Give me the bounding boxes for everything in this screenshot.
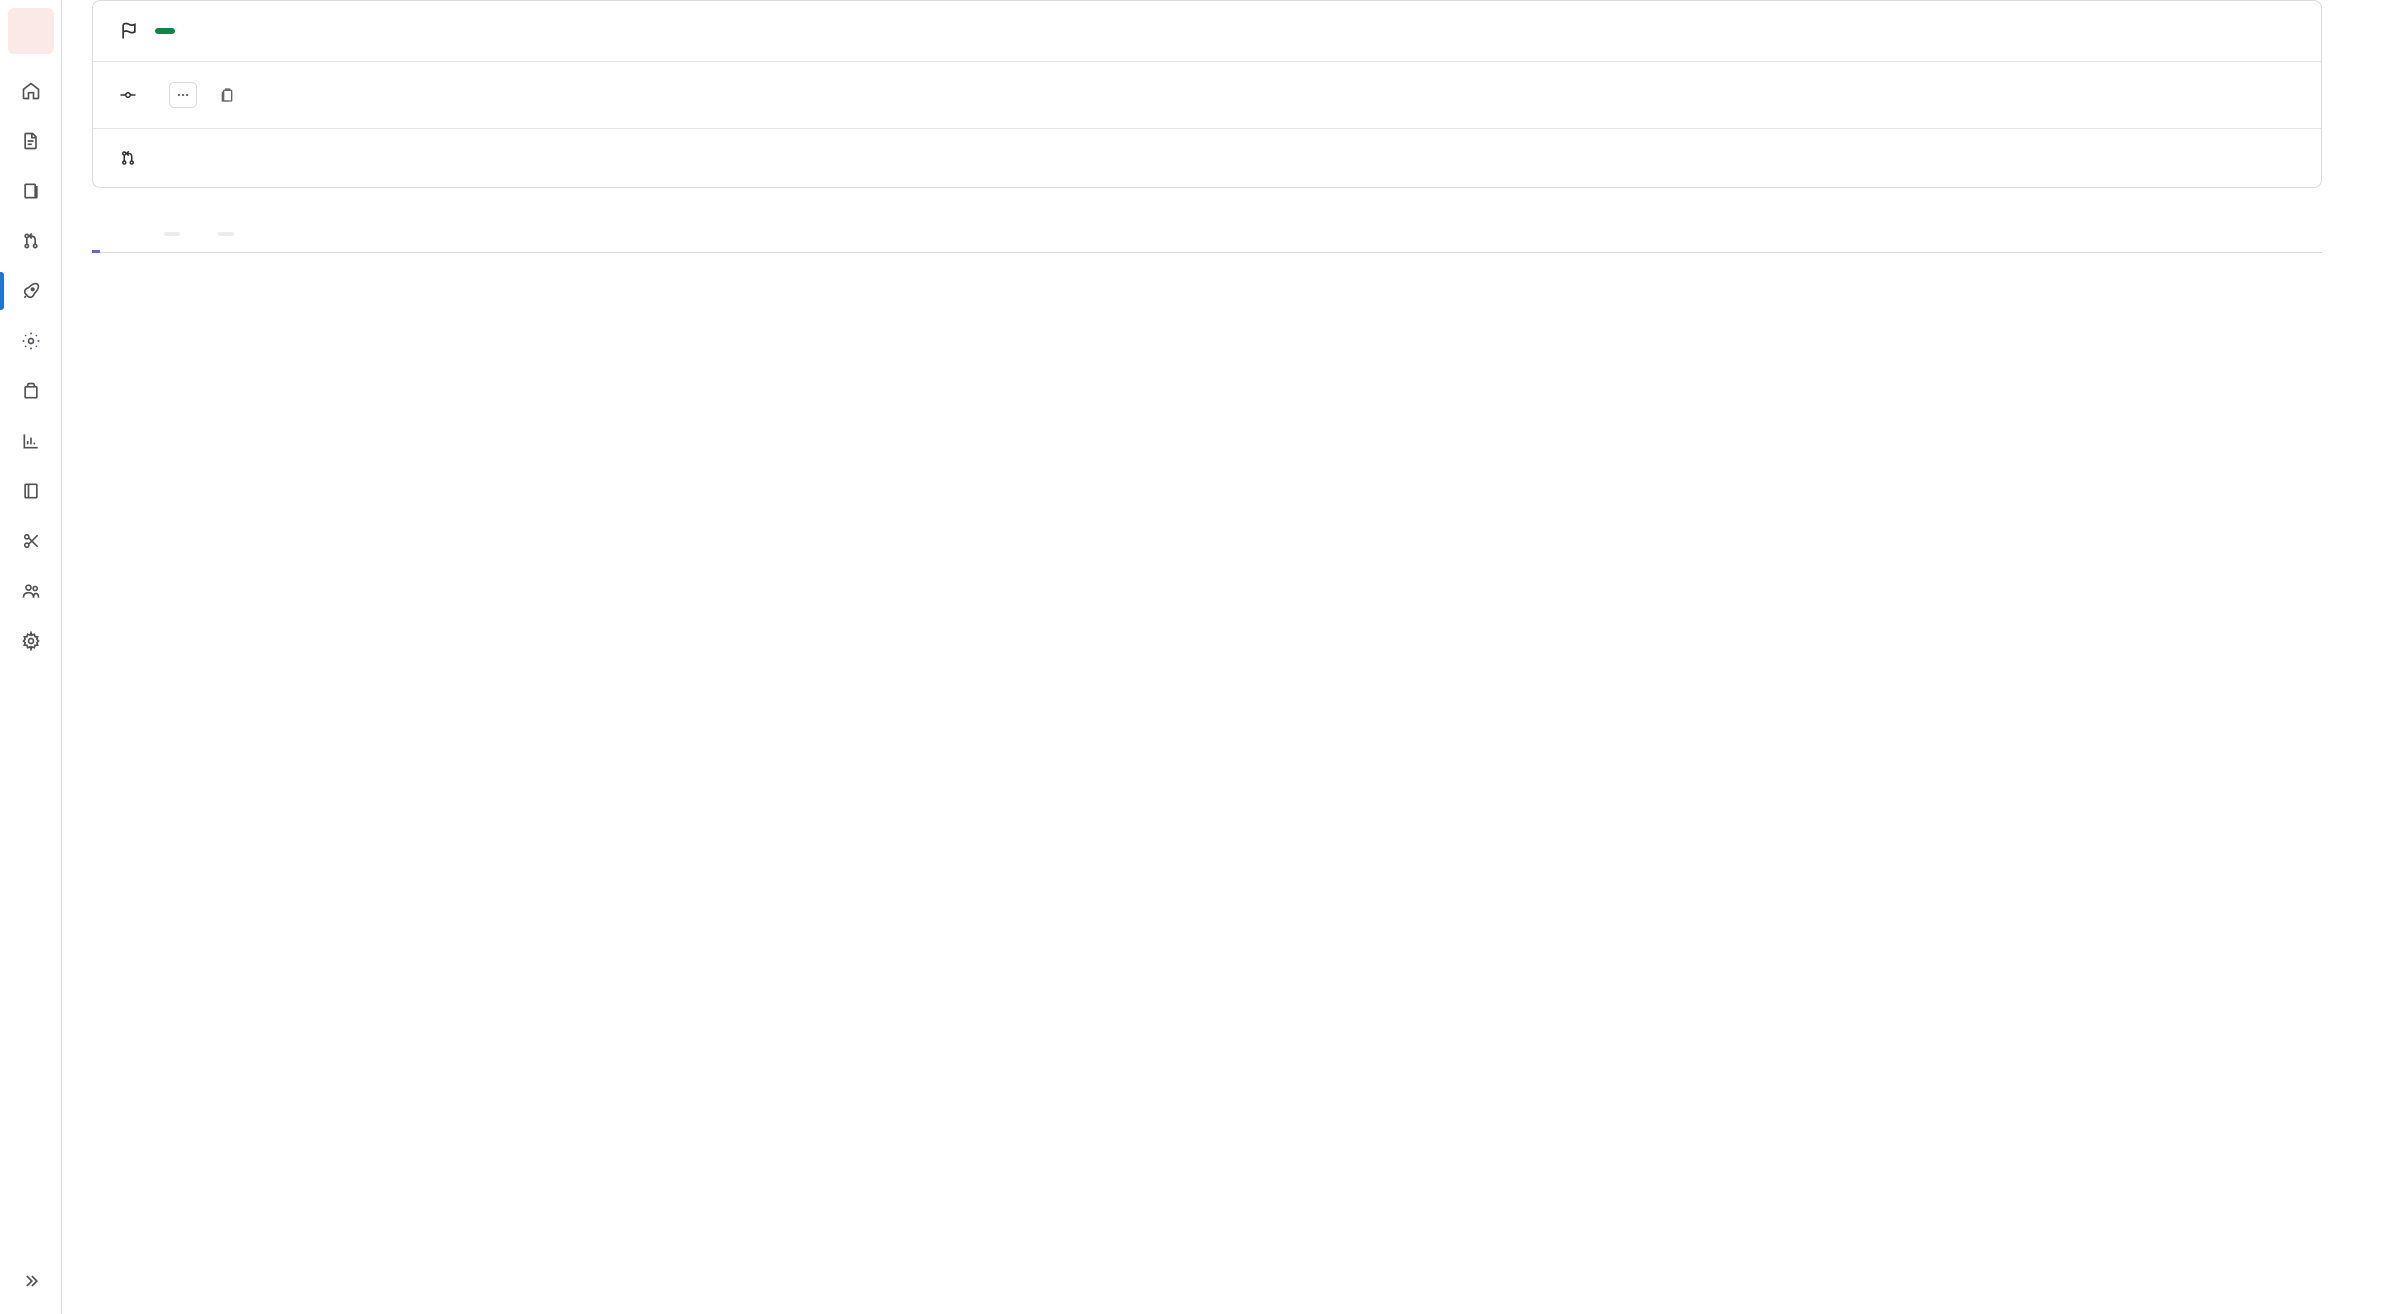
tab-dag[interactable] — [122, 218, 130, 253]
tab-pipeline[interactable] — [92, 218, 100, 253]
info-row-commit — [93, 62, 2321, 129]
sidebar-merge-requests[interactable] — [8, 218, 54, 264]
sidebar-settings[interactable] — [8, 618, 54, 664]
scissors-icon — [21, 531, 41, 551]
jobs-count-badge — [164, 232, 180, 236]
rocket-icon — [21, 281, 41, 301]
sidebar-snippets[interactable] — [8, 518, 54, 564]
sidebar-packages[interactable] — [8, 368, 54, 414]
members-icon — [21, 581, 41, 601]
info-row-mr — [93, 129, 2321, 187]
chart-icon — [21, 431, 41, 451]
pipeline-info-card — [92, 0, 2322, 188]
gear-icon — [21, 631, 41, 651]
pipeline-graph — [92, 277, 2322, 297]
sidebar-home[interactable] — [8, 68, 54, 114]
tests-count-badge — [218, 232, 234, 236]
tab-tests[interactable] — [206, 218, 238, 253]
sidebar-expand[interactable] — [8, 1258, 54, 1304]
sidebar-deployments[interactable] — [8, 318, 54, 364]
commit-icon — [119, 86, 137, 104]
package-icon — [21, 381, 41, 401]
clipboard-icon — [219, 87, 235, 103]
chevron-right-double-icon — [21, 1271, 41, 1291]
latest-badge — [155, 28, 175, 34]
file-icon — [21, 131, 41, 151]
home-icon — [21, 81, 41, 101]
sidebar-wiki[interactable] — [8, 468, 54, 514]
issue-icon — [21, 181, 41, 201]
pipeline-tabs — [92, 218, 2322, 253]
sidebar-repo[interactable] — [8, 118, 54, 164]
merge-request-icon — [119, 149, 137, 167]
sidebar — [0, 0, 62, 1314]
info-row-flag — [93, 1, 2321, 62]
merge-icon — [21, 231, 41, 251]
ellipsis-icon — [176, 88, 190, 102]
tab-jobs[interactable] — [152, 218, 184, 253]
sidebar-cicd[interactable] — [8, 268, 54, 314]
flag-icon — [119, 21, 139, 41]
main-scroll[interactable] — [62, 0, 2390, 1314]
copy-sha-button[interactable] — [213, 82, 241, 108]
deploy-icon — [21, 331, 41, 351]
sidebar-project-avatar[interactable] — [8, 8, 54, 54]
sidebar-analytics[interactable] — [8, 418, 54, 464]
sidebar-members[interactable] — [8, 568, 54, 614]
book-icon — [21, 481, 41, 501]
commit-menu-button[interactable] — [169, 82, 197, 108]
sidebar-issues[interactable] — [8, 168, 54, 214]
